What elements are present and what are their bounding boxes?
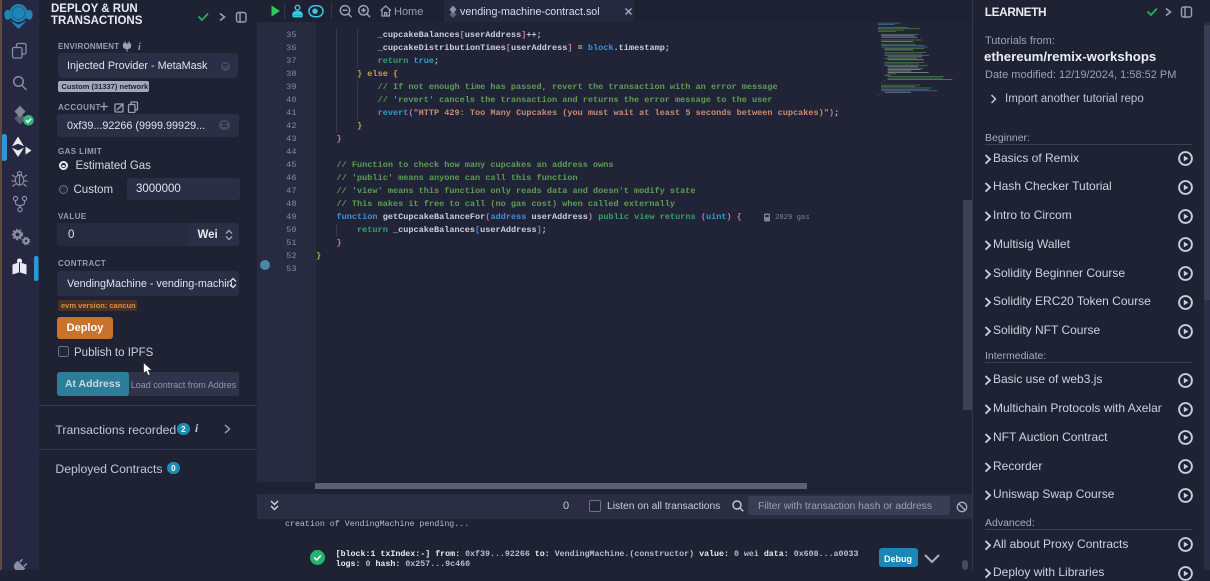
svg-text:i: i (138, 42, 141, 52)
